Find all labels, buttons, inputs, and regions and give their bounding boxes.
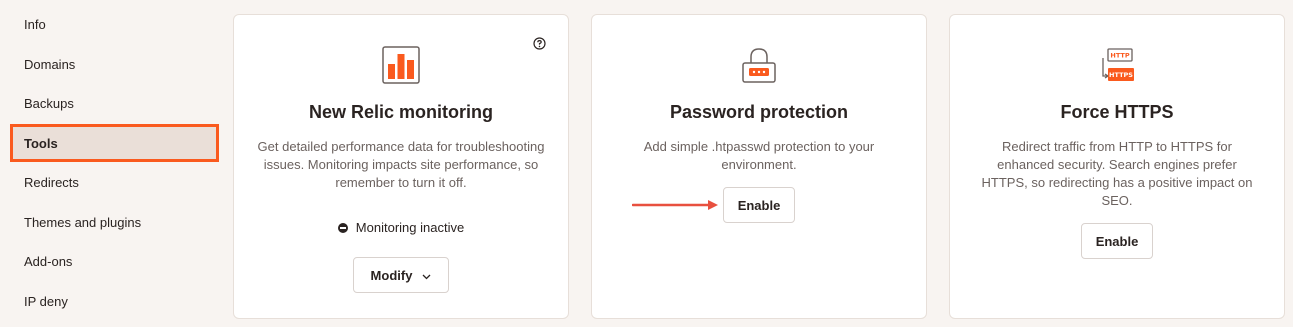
sidebar-item-label: Redirects xyxy=(24,174,79,190)
card-description: Get detailed performance data for troubl… xyxy=(257,139,545,190)
sidebar-item-ip-deny[interactable]: IP deny xyxy=(10,282,219,320)
sidebar-item-label: Themes and plugins xyxy=(24,214,142,230)
lock-icon xyxy=(740,46,778,84)
inactive-status-icon xyxy=(337,222,348,233)
sidebar-item-tools[interactable]: Tools xyxy=(10,124,219,162)
help-icon[interactable] xyxy=(533,37,546,50)
card-description: Add simple .htpasswd protection to your … xyxy=(643,139,875,172)
monitoring-status: Monitoring inactive xyxy=(234,220,568,235)
sidebar-item-label: Domains xyxy=(24,56,76,72)
sidebar-item-label: Info xyxy=(24,16,46,32)
http-https-icon: HTTP HTTPS xyxy=(1098,46,1136,84)
sidebar-item-info[interactable]: Info xyxy=(10,5,219,43)
https-icon-label: HTTPS xyxy=(1109,71,1133,79)
sidebar-item-label: Backups xyxy=(24,95,74,111)
modify-button-label: Modify xyxy=(370,267,413,283)
http-icon-label: HTTP xyxy=(1110,52,1129,60)
enable-button-label: Enable xyxy=(737,197,781,213)
sidebar-item-domains[interactable]: Domains xyxy=(10,45,219,83)
modify-button[interactable]: Modify xyxy=(353,257,449,293)
arrow-annotation-icon xyxy=(632,200,718,210)
enable-button-label: Enable xyxy=(1095,233,1139,249)
chevron-down-icon xyxy=(422,268,431,283)
force-https-card: HTTP HTTPS Force HTTPS Redirect traffic … xyxy=(949,14,1285,319)
card-title: Password protection xyxy=(669,102,849,122)
sidebar-item-label: IP deny xyxy=(24,293,68,309)
bar-chart-icon xyxy=(382,46,420,84)
sidebar-item-redirects[interactable]: Redirects xyxy=(10,163,219,201)
sidebar: Info Domains Backups Tools Redirects The… xyxy=(0,0,225,327)
sidebar-item-label: Tools xyxy=(24,135,58,151)
enable-password-button[interactable]: Enable xyxy=(723,187,795,223)
card-description: Redirect traffic from HTTP to HTTPS for … xyxy=(981,139,1253,208)
sidebar-item-backups[interactable]: Backups xyxy=(10,84,219,122)
sidebar-item-themes-and-plugins[interactable]: Themes and plugins xyxy=(10,203,219,241)
card-title: New Relic monitoring xyxy=(308,102,494,122)
card-title: Force HTTPS xyxy=(1060,102,1174,122)
new-relic-card: New Relic monitoring Get detailed perfor… xyxy=(233,14,569,319)
sidebar-item-add-ons[interactable]: Add-ons xyxy=(10,242,219,280)
enable-https-button[interactable]: Enable xyxy=(1081,223,1153,259)
password-protection-card: Password protection Add simple .htpasswd… xyxy=(591,14,927,319)
sidebar-item-label: Add-ons xyxy=(24,253,73,269)
status-text: Monitoring inactive xyxy=(355,220,465,235)
